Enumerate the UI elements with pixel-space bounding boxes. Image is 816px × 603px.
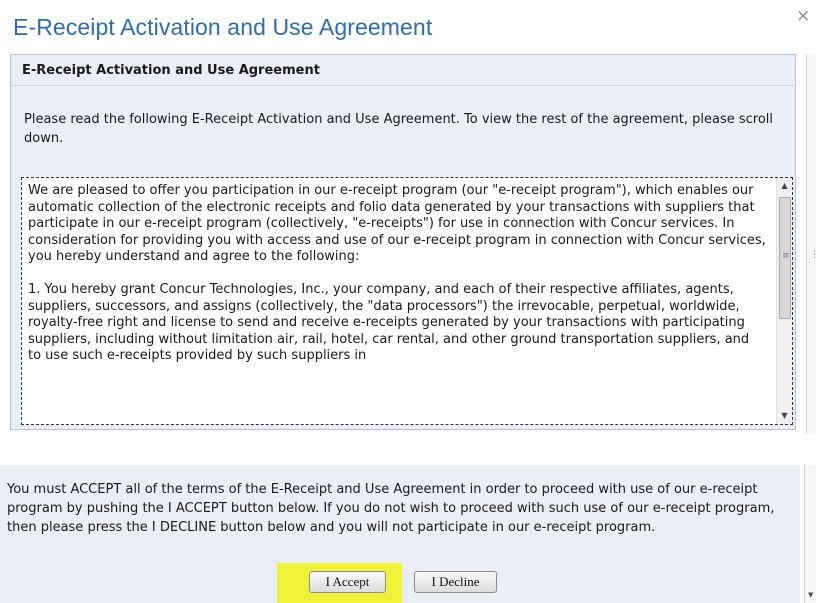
decline-button[interactable]: I Decline <box>414 571 497 593</box>
grip-icon: ⋮ <box>810 250 816 260</box>
dialog-scrollbar[interactable]: ⋮ <box>806 54 816 434</box>
intro-text: Please read the following E-Receipt Acti… <box>24 112 774 146</box>
up-arrow-icon[interactable]: ▲ <box>777 178 792 194</box>
accept-button[interactable]: I Accept <box>309 571 386 593</box>
agreement-panel: E-Receipt Activation and Use Agreement P… <box>10 54 796 430</box>
down-arrow-icon[interactable]: ▼ <box>777 408 792 424</box>
close-icon[interactable]: × <box>796 6 810 26</box>
panel-heading: E-Receipt Activation and Use Agreement <box>22 63 320 78</box>
dialog-title: E-Receipt Activation and Use Agreement <box>13 14 433 40</box>
footer-text: You must ACCEPT all of the terms of the … <box>7 482 775 535</box>
agreement-paragraph: We are pleased to offer you participatio… <box>28 183 766 264</box>
agreement-scrollbar[interactable]: ▲ ≡ ▼ <box>776 178 792 424</box>
agreement-paragraph: 1. You hereby grant Concur Technologies,… <box>28 282 750 363</box>
panel-header: E-Receipt Activation and Use Agreement <box>11 55 795 86</box>
down-arrow-icon[interactable]: ▼ <box>808 591 813 599</box>
footer-scrollbar[interactable]: ▼ <box>804 465 816 603</box>
agreement-text: We are pleased to offer you participatio… <box>28 183 766 381</box>
agreement-textbox[interactable]: We are pleased to offer you participatio… <box>21 177 793 425</box>
grip-icon: ≡ <box>782 251 790 261</box>
scrollbar-thumb[interactable]: ≡ <box>779 197 791 319</box>
